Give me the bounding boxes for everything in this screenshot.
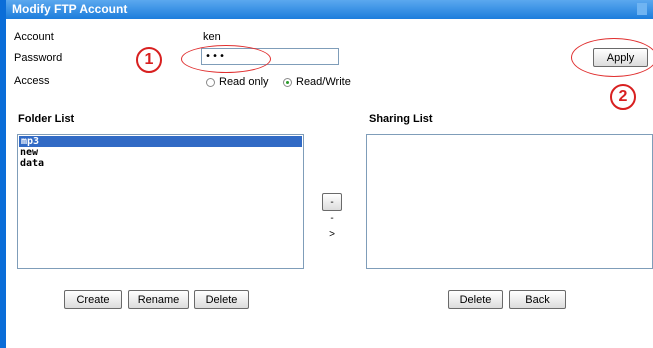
left-border bbox=[0, 0, 6, 348]
folder-delete-button[interactable]: Delete bbox=[194, 290, 249, 309]
sharing-list-title: Sharing List bbox=[369, 113, 433, 125]
back-button[interactable]: Back bbox=[509, 290, 566, 309]
window-titlebar: Modify FTP Account bbox=[6, 0, 653, 19]
rename-button[interactable]: Rename bbox=[128, 290, 189, 309]
radio-read-only-label: Read only bbox=[219, 76, 269, 88]
folder-list-item[interactable]: mp3 bbox=[19, 136, 302, 147]
annotation-ellipse-apply bbox=[571, 38, 653, 77]
sharing-delete-button[interactable]: Delete bbox=[448, 290, 503, 309]
sharing-list[interactable] bbox=[366, 134, 653, 269]
annotation-marker-2: 2 bbox=[610, 84, 636, 110]
annotation-ellipse-password bbox=[181, 45, 271, 73]
folder-list-title: Folder List bbox=[18, 113, 75, 125]
annotation-marker-1: 1 bbox=[136, 47, 162, 73]
titlebar-corner-icon bbox=[637, 3, 647, 15]
account-value: ken bbox=[203, 31, 221, 43]
radio-read-only-indicator bbox=[206, 77, 215, 87]
access-read-only-radio[interactable]: Read only bbox=[206, 76, 269, 88]
radio-read-write-indicator bbox=[283, 77, 292, 87]
folder-list-item[interactable]: new bbox=[18, 147, 303, 158]
add-to-sharing-button[interactable]: --> bbox=[322, 193, 342, 240]
window-title: Modify FTP Account bbox=[12, 2, 128, 16]
password-label: Password bbox=[14, 52, 63, 64]
folder-list-item[interactable]: data bbox=[18, 158, 303, 169]
access-label: Access bbox=[14, 75, 50, 87]
folder-list[interactable]: mp3 new data bbox=[17, 134, 304, 269]
access-read-write-radio[interactable]: Read/Write bbox=[283, 76, 351, 88]
create-button[interactable]: Create bbox=[64, 290, 122, 309]
account-label: Account bbox=[14, 31, 54, 43]
radio-read-write-label: Read/Write bbox=[296, 76, 351, 88]
